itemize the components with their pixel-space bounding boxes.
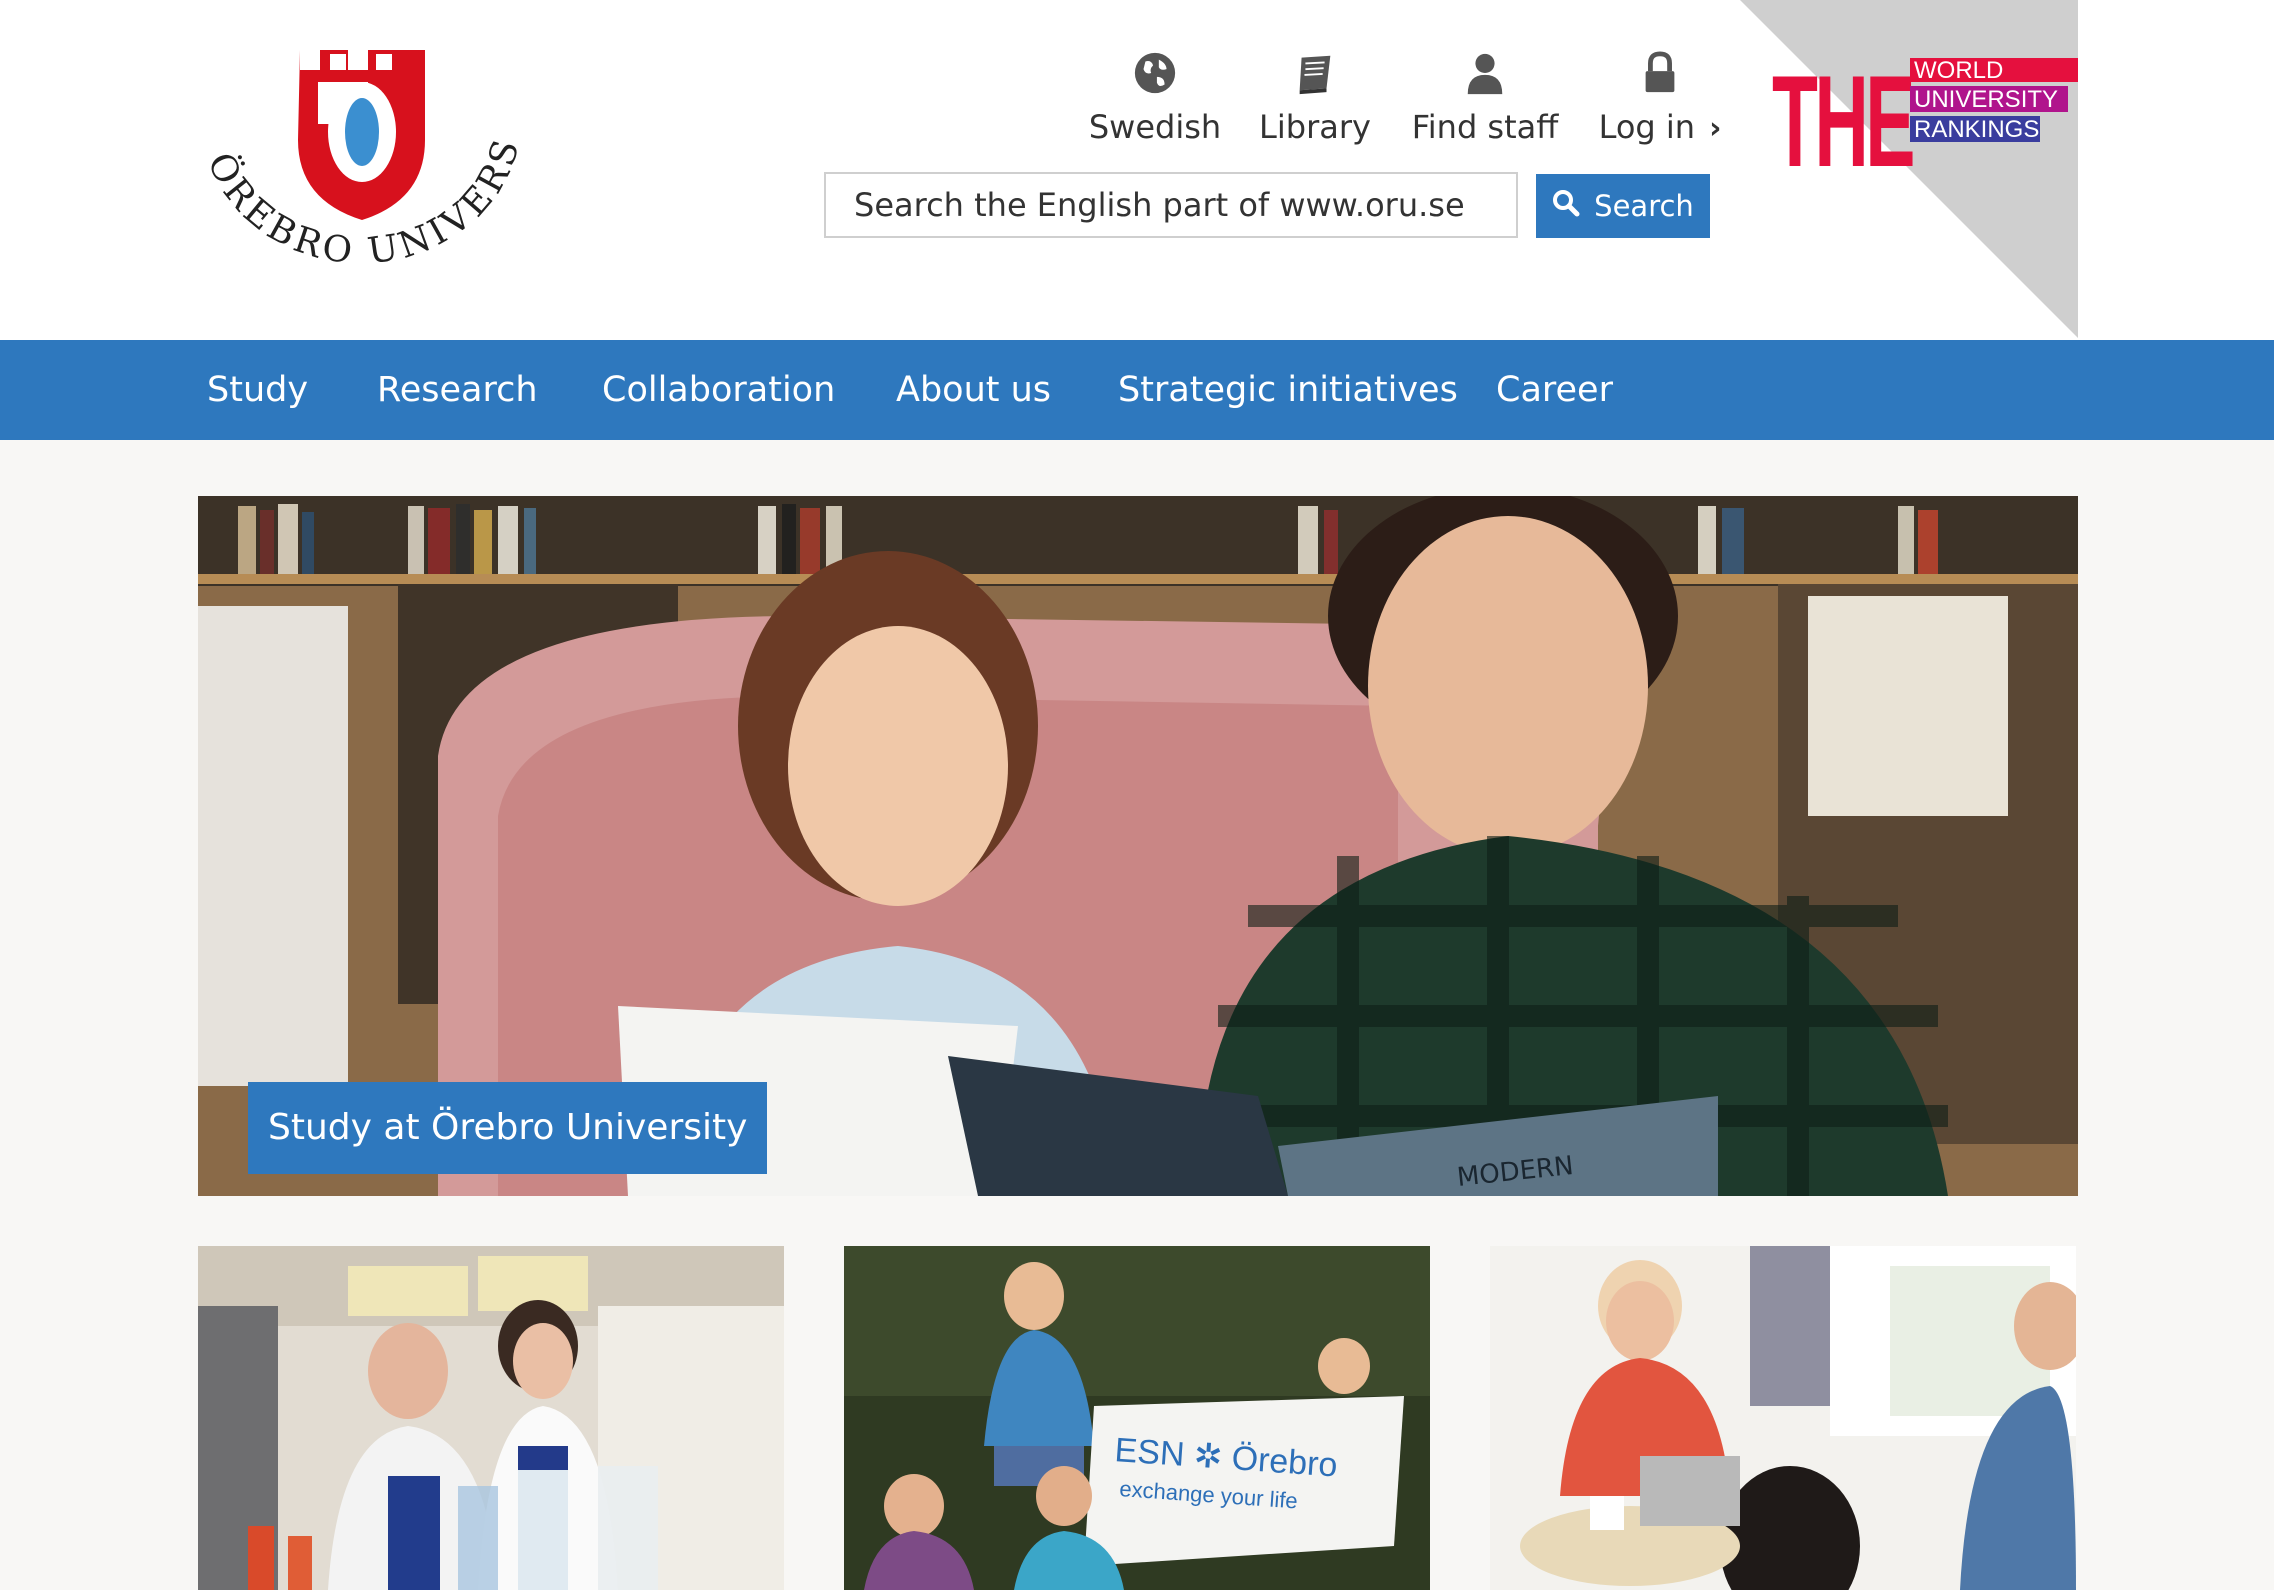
search-button-label: Search	[1594, 189, 1694, 223]
chevron-right-icon: ›	[1709, 111, 1722, 146]
globe-icon	[1070, 50, 1240, 100]
the-rankings-badge[interactable]: THE WORLD UNIVERSITY RANKINGS	[1738, 0, 2078, 340]
swedish-label: Swedish	[1088, 108, 1222, 146]
library-link[interactable]: Library	[1235, 50, 1395, 160]
swedish-link[interactable]: Swedish	[1070, 50, 1240, 160]
card-meeting[interactable]	[1490, 1246, 2076, 1590]
the-badge-line-2: UNIVERSITY	[1914, 86, 2058, 113]
meeting-photo	[1490, 1246, 2076, 1590]
lock-icon	[1570, 50, 1750, 100]
orebro-university-logo[interactable]: ÖREBRO UNIVERSITY	[175, 8, 540, 310]
lab-photo	[198, 1246, 784, 1590]
find-staff-link[interactable]: Find staff	[1390, 50, 1580, 160]
the-badge-big: THE	[1772, 48, 1913, 194]
the-badge-line-1: WORLD	[1914, 57, 2003, 84]
find-staff-label: Find staff	[1411, 108, 1559, 146]
main-nav: Study Research Collaboration About us St…	[0, 340, 2274, 440]
card-esn[interactable]: ESN ✲ Örebro exchange your life	[844, 1246, 1430, 1590]
book-icon	[1235, 50, 1395, 100]
nav-item-research[interactable]: Research	[377, 340, 538, 440]
nav-item-study[interactable]: Study	[207, 340, 308, 440]
the-badge-line-3: RANKINGS	[1914, 116, 2039, 143]
log-in-link[interactable]: Log in ›	[1570, 50, 1750, 160]
quick-links: Swedish Library Find staff Log in ›	[1050, 50, 1730, 160]
nav-item-career[interactable]: Career	[1496, 340, 1613, 440]
search-input[interactable]	[824, 172, 1518, 238]
log-in-label: Log in	[1598, 108, 1696, 146]
esn-photo: ESN ✲ Örebro exchange your life	[844, 1246, 1430, 1590]
nav-item-strategic-initiatives[interactable]: Strategic initiatives	[1118, 340, 1458, 440]
library-label: Library	[1259, 108, 1371, 146]
nav-item-about-us[interactable]: About us	[896, 340, 1051, 440]
site-header: ÖREBRO UNIVERSITY Swedish Library	[0, 0, 2274, 340]
search-button[interactable]: Search	[1536, 174, 1710, 238]
nav-item-collaboration[interactable]: Collaboration	[602, 340, 835, 440]
search-icon	[1552, 189, 1580, 224]
person-icon	[1390, 50, 1580, 100]
card-lab[interactable]	[198, 1246, 784, 1590]
hero-caption[interactable]: Study at Örebro University	[248, 1082, 768, 1174]
hero-banner[interactable]: MODERN Study at Örebro University	[198, 496, 2078, 1196]
